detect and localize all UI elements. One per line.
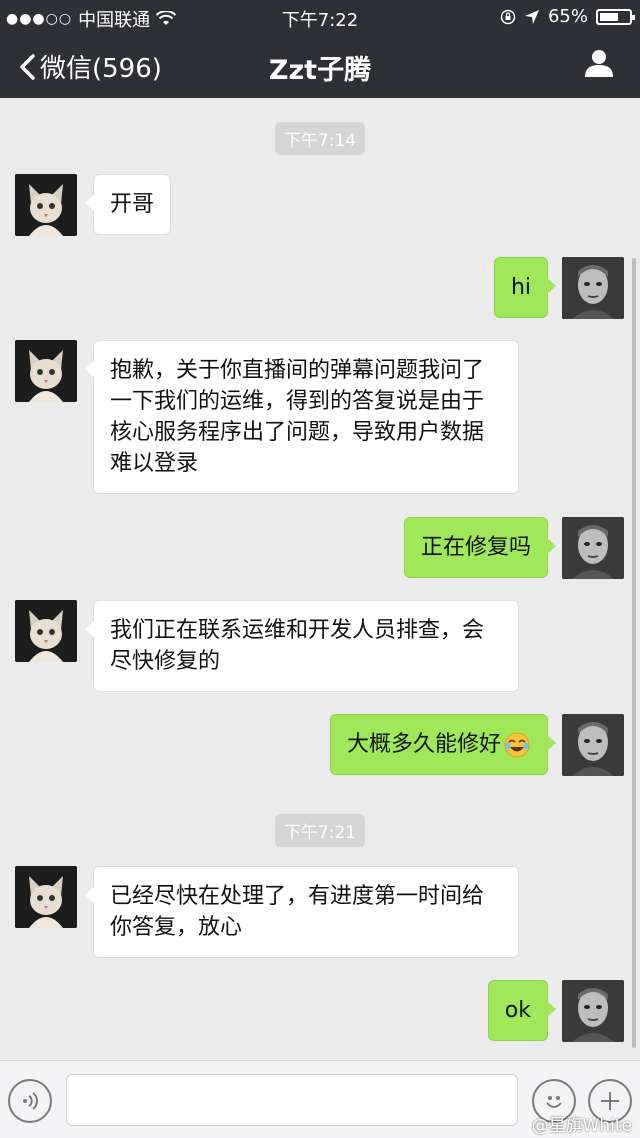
avatar-me[interactable] — [562, 257, 624, 319]
voice-button[interactable] — [8, 1079, 52, 1123]
profile-button[interactable] — [584, 48, 614, 82]
avatar-cat[interactable] — [15, 600, 77, 662]
message-bubble-received[interactable]: 已经尽快在处理了，有进度第一时间给你答复，放心 — [85, 866, 519, 958]
avatar-me[interactable] — [562, 714, 624, 776]
battery-percent: 65% — [547, 6, 588, 27]
voice-icon — [23, 1092, 38, 1110]
location-icon — [524, 9, 539, 24]
message-bubble-received[interactable]: 我们正在联系运维和开发人员排查，会尽快修复的 — [85, 600, 519, 692]
message-bubble-sent[interactable]: hi — [493, 257, 557, 318]
avatar-cat[interactable] — [15, 174, 77, 236]
me-avatar-image — [562, 980, 624, 1042]
message-text: 大概多久能修好 — [346, 732, 501, 757]
me-avatar-image — [562, 714, 624, 776]
avatar-me[interactable] — [562, 980, 624, 1042]
watermark: @星旗White — [531, 1116, 632, 1136]
avatar-cat[interactable] — [15, 340, 77, 402]
scrollbar[interactable] — [632, 258, 636, 1048]
me-avatar-image — [562, 257, 624, 319]
message-bubble-sent[interactable]: 大概多久能修好 — [329, 714, 557, 775]
chat-title: Zzt子腾 — [268, 55, 372, 86]
status-right: 65% — [500, 6, 635, 27]
message-input[interactable] — [66, 1074, 518, 1126]
cat-avatar-image — [15, 340, 77, 402]
timestamp: 下午7:14 — [0, 122, 640, 155]
cat-avatar-image — [15, 174, 77, 236]
top-bar: ●●●○○ 中国联通 下午7:22 65% 微信(596) Zzt子腾 — [0, 0, 640, 98]
avatar-cat[interactable] — [15, 866, 77, 928]
cry-laugh-icon — [504, 732, 530, 757]
input-bar: @星旗White — [0, 1060, 640, 1138]
timestamp: 下午7:21 — [0, 814, 640, 847]
person-icon — [585, 50, 613, 77]
nav-bar: 微信(596) Zzt子腾 — [0, 34, 640, 98]
message-bubble-received[interactable]: 开哥 — [84, 174, 172, 235]
battery-icon — [596, 8, 635, 25]
plus-icon — [601, 1092, 619, 1110]
message-bubble-received[interactable]: 抱歉，关于你直播间的弹幕问题我问了一下我们的运维，得到的答复说是由于核心服务程序… — [85, 340, 519, 494]
message-bubble-sent[interactable]: 正在修复吗 — [403, 517, 557, 578]
battery-fill — [600, 12, 619, 21]
rotation-lock-icon — [500, 9, 516, 24]
avatar-me[interactable] — [562, 517, 624, 579]
status-bar: ●●●○○ 中国联通 下午7:22 65% — [0, 0, 640, 34]
me-avatar-image — [562, 517, 624, 579]
message-bubble-sent[interactable]: ok — [487, 980, 557, 1041]
cat-avatar-image — [15, 866, 77, 928]
chat-area[interactable]: 下午7:14 开哥 hi 抱歉，关于你直播间的弹幕问题我问了一下我们的运维，得到… — [0, 98, 640, 1060]
cat-avatar-image — [15, 600, 77, 662]
